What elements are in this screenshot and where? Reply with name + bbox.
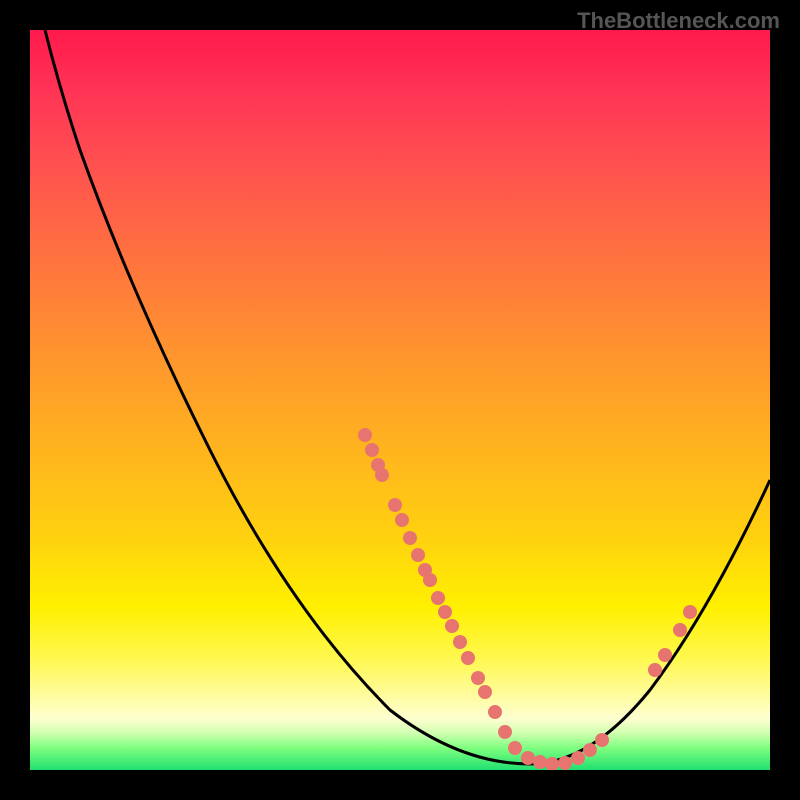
data-point xyxy=(673,623,687,637)
data-point xyxy=(431,591,445,605)
data-point xyxy=(365,443,379,457)
data-point xyxy=(533,755,547,769)
data-points-group xyxy=(358,428,697,770)
data-point xyxy=(571,751,585,765)
data-point xyxy=(558,756,572,770)
chart-svg xyxy=(30,30,770,770)
data-point xyxy=(461,651,475,665)
data-point xyxy=(508,741,522,755)
chart-plot-area xyxy=(30,30,770,770)
data-point xyxy=(498,725,512,739)
data-point xyxy=(595,733,609,747)
data-point xyxy=(403,531,417,545)
data-point xyxy=(648,663,662,677)
data-point xyxy=(658,648,672,662)
data-point xyxy=(395,513,409,527)
data-point xyxy=(683,605,697,619)
data-point xyxy=(488,705,502,719)
data-point xyxy=(358,428,372,442)
data-point xyxy=(388,498,402,512)
data-point xyxy=(478,685,492,699)
watermark-text: TheBottleneck.com xyxy=(577,8,780,34)
data-point xyxy=(411,548,425,562)
data-point xyxy=(375,468,389,482)
data-point xyxy=(438,605,452,619)
data-point xyxy=(521,751,535,765)
data-point xyxy=(445,619,459,633)
data-point xyxy=(583,743,597,757)
data-point xyxy=(471,671,485,685)
data-point xyxy=(423,573,437,587)
data-point xyxy=(453,635,467,649)
